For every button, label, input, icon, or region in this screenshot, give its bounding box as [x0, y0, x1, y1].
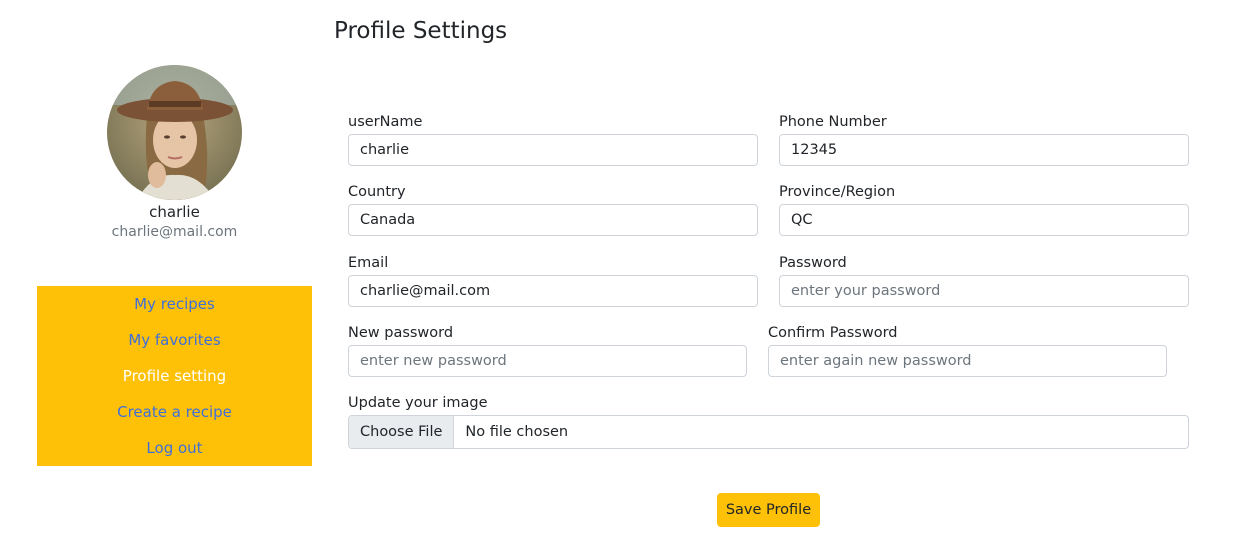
- page-title: Profile Settings: [334, 18, 508, 44]
- sidebar-item-profile-setting[interactable]: Profile setting: [37, 358, 312, 394]
- email-label: Email: [348, 255, 389, 271]
- password-field[interactable]: [779, 275, 1189, 307]
- file-status-text: No file chosen: [465, 424, 569, 440]
- save-profile-button[interactable]: Save Profile: [717, 493, 820, 527]
- phone-field[interactable]: [779, 134, 1189, 166]
- new-password-field[interactable]: [348, 345, 747, 377]
- province-label: Province/Region: [779, 184, 896, 200]
- choose-file-button[interactable]: Choose File: [349, 416, 455, 448]
- avatar: [107, 65, 242, 200]
- phone-label: Phone Number: [779, 114, 887, 130]
- new-password-label: New password: [348, 325, 454, 341]
- sidebar-menu: My recipes My favorites Profile setting …: [37, 286, 312, 466]
- image-upload-label: Update your image: [348, 395, 488, 411]
- province-field[interactable]: [779, 204, 1189, 236]
- sidebar-item-log-out[interactable]: Log out: [37, 430, 312, 466]
- sidebar-item-my-recipes[interactable]: My recipes: [37, 286, 312, 322]
- profile-photo: [107, 65, 242, 200]
- email-field[interactable]: [348, 275, 758, 307]
- sidebar-item-create-recipe[interactable]: Create a recipe: [37, 394, 312, 430]
- country-field[interactable]: [348, 204, 758, 236]
- country-label: Country: [348, 184, 406, 200]
- profile-name: charlie: [149, 203, 200, 221]
- confirm-password-label: Confirm Password: [768, 325, 898, 341]
- username-field[interactable]: [348, 134, 758, 166]
- profile-email: charlie@mail.com: [111, 224, 238, 240]
- password-label: Password: [779, 255, 847, 271]
- username-label: userName: [348, 114, 423, 130]
- sidebar-item-my-favorites[interactable]: My favorites: [37, 322, 312, 358]
- image-file-input[interactable]: Choose File No file chosen: [348, 415, 1189, 449]
- confirm-password-field[interactable]: [768, 345, 1167, 377]
